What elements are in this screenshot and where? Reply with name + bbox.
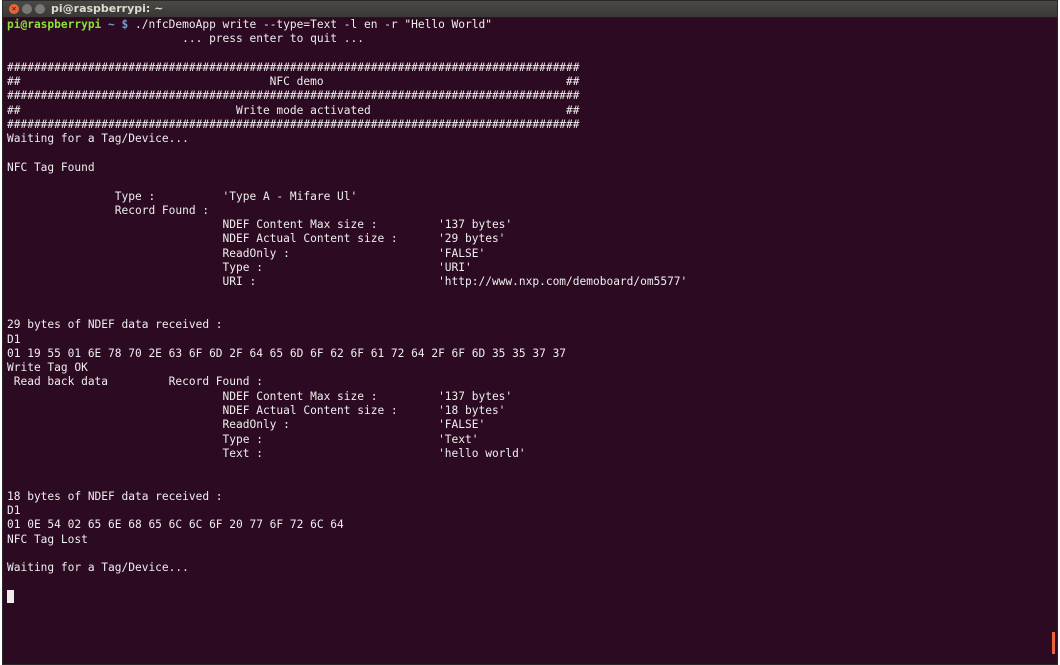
output-line: NFC Tag Found: [7, 160, 95, 174]
output-line: Waiting for a Tag/Device...: [7, 561, 189, 575]
cursor-line: [7, 590, 1057, 604]
command-text: ./nfcDemoApp write --type=Text -l en -r …: [128, 18, 492, 31]
output-line: ########################################…: [7, 118, 580, 132]
output-line: Type : 'Type A - Mifare Ul': [7, 189, 358, 203]
prompt-path: ~ $: [101, 18, 129, 31]
output-line: 29 bytes of NDEF data received :: [7, 318, 223, 332]
output-line: NFC Tag Lost: [7, 532, 88, 546]
output-line: ## NFC demo ##: [7, 75, 580, 89]
output-line: NDEF Content Max size : '137 bytes': [7, 389, 513, 403]
output-line: 01 19 55 01 6E 78 70 2E 63 6F 6D 2F 64 6…: [7, 346, 567, 360]
output-line: D1: [7, 332, 21, 346]
output-line: ########################################…: [7, 89, 580, 103]
maximize-button[interactable]: [35, 4, 45, 14]
scrollbar-marker[interactable]: [1052, 632, 1055, 654]
output-line: 18 bytes of NDEF data received :: [7, 489, 223, 503]
output-lines: ... press enter to quit ... #############…: [7, 32, 1057, 590]
output-line: URI : 'http://www.nxp.com/demoboard/om55…: [7, 275, 688, 289]
output-line: Type : 'URI': [7, 261, 472, 275]
minimize-button[interactable]: [22, 4, 32, 14]
output-line: Type : 'Text': [7, 432, 479, 446]
close-icon: ✕: [11, 4, 17, 13]
text-cursor: [7, 590, 14, 604]
output-line: 01 0E 54 02 65 6E 68 65 6C 6C 6F 20 77 6…: [7, 518, 344, 532]
output-line: NDEF Actual Content size : '29 bytes': [7, 232, 506, 246]
output-line: Record Found :: [7, 203, 210, 217]
output-line: Text : 'hello world': [7, 446, 526, 460]
output-line: ## Write mode activated ##: [7, 103, 580, 117]
output-line: ReadOnly : 'FALSE': [7, 246, 486, 260]
terminal-output[interactable]: pi@raspberrypi ~ $ ./nfcDemoApp write --…: [3, 18, 1057, 664]
output-line: Read back data Record Found :: [7, 375, 263, 389]
output-line: ReadOnly : 'FALSE': [7, 418, 486, 432]
terminal-window: ✕ pi@raspberrypi: ~ pi@raspberrypi ~ $ .…: [2, 0, 1058, 665]
output-line: Write Tag OK: [7, 361, 88, 375]
output-line: NDEF Actual Content size : '18 bytes': [7, 404, 506, 418]
output-line: ... press enter to quit ...: [7, 32, 364, 46]
output-line: Waiting for a Tag/Device...: [7, 132, 189, 146]
output-line: ########################################…: [7, 60, 580, 74]
title-bar[interactable]: ✕ pi@raspberrypi: ~: [3, 1, 1057, 18]
output-line: NDEF Content Max size : '137 bytes': [7, 218, 513, 232]
prompt-user: pi@raspberrypi: [7, 18, 102, 31]
close-button[interactable]: ✕: [9, 4, 19, 14]
output-line: D1: [7, 504, 21, 518]
window-title: pi@raspberrypi: ~: [51, 2, 164, 15]
command-line: pi@raspberrypi ~ $ ./nfcDemoApp write --…: [7, 18, 1057, 32]
